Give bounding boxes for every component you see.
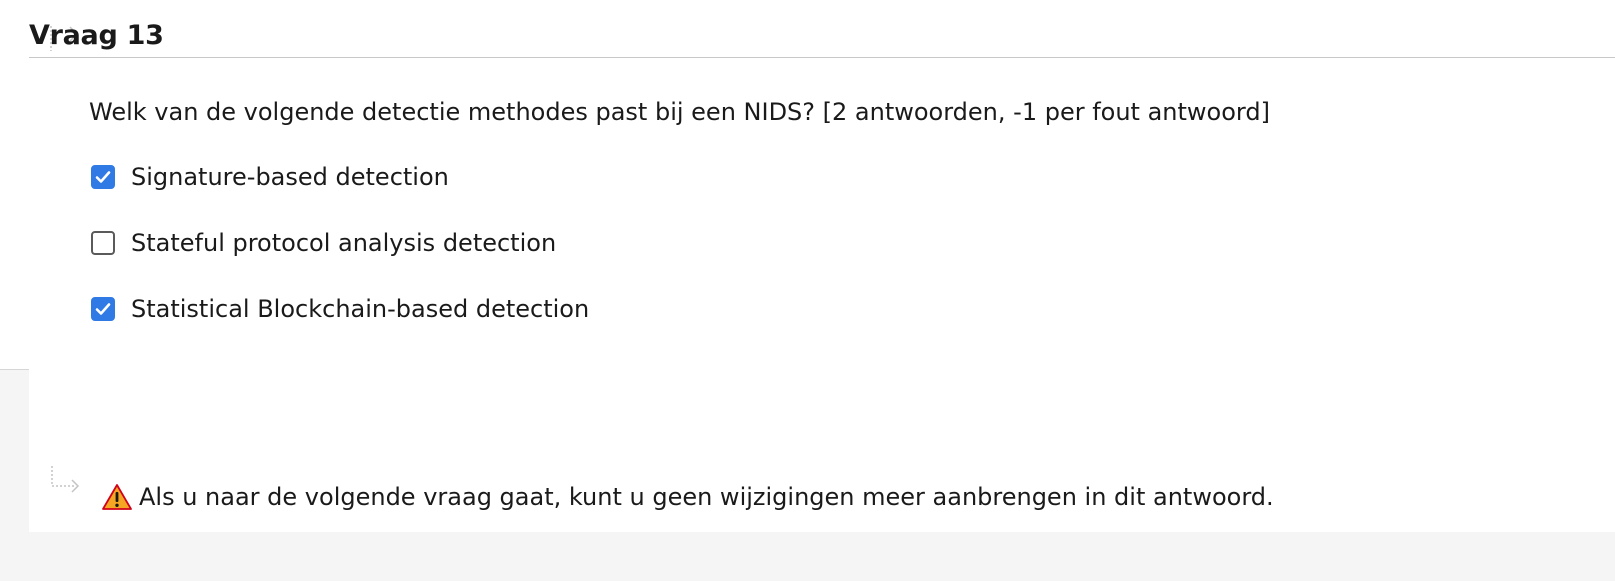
checkmark-icon xyxy=(95,171,111,183)
title-divider xyxy=(29,57,1615,58)
gutter-divider xyxy=(0,369,29,370)
navigation-warning: Als u naar de volgende vraag gaat, kunt … xyxy=(101,483,1274,511)
quiz-page: Vraag 13 Welk van de volgende detectie m… xyxy=(0,0,1615,581)
answer-label: Signature-based detection xyxy=(131,163,449,191)
answer-checkbox[interactable] xyxy=(91,231,115,255)
answer-option[interactable]: Stateful protocol analysis detection xyxy=(91,229,556,257)
question-title: Vraag 13 xyxy=(29,20,164,51)
question-panel xyxy=(29,0,1615,532)
warning-icon xyxy=(102,484,132,510)
answer-option[interactable]: Statistical Blockchain-based detection xyxy=(91,295,589,323)
answer-checkbox[interactable] xyxy=(91,165,115,189)
left-gutter xyxy=(0,0,29,370)
warning-text: Als u naar de volgende vraag gaat, kunt … xyxy=(139,483,1274,511)
checkmark-icon xyxy=(95,303,111,315)
answer-label: Statistical Blockchain-based detection xyxy=(131,295,590,323)
question-text: Welk van de volgende detectie methodes p… xyxy=(89,98,1270,126)
answer-checkbox[interactable] xyxy=(91,297,115,321)
answer-label: Stateful protocol analysis detection xyxy=(131,229,557,257)
answer-option[interactable]: Signature-based detection xyxy=(91,163,449,191)
corner-arrow-icon xyxy=(51,466,80,493)
